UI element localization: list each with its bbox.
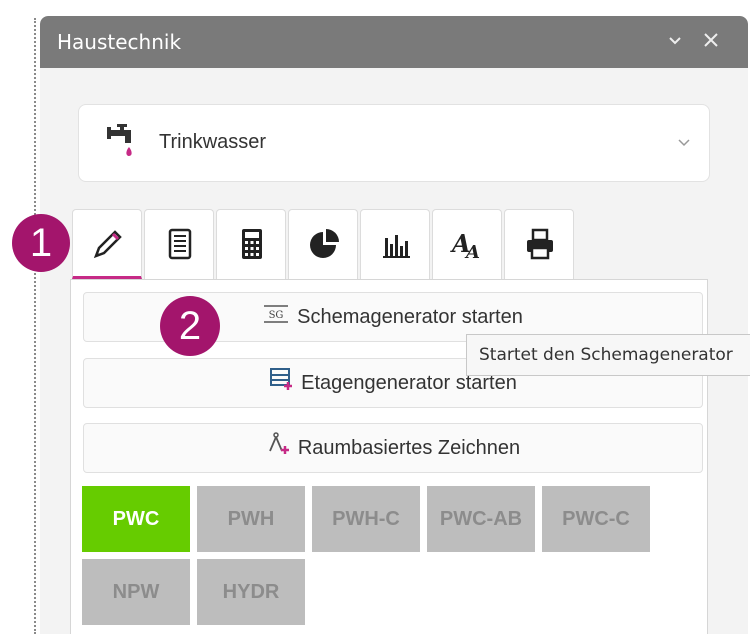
svg-text:A: A — [464, 242, 480, 262]
compass-icon — [266, 425, 290, 473]
tab-text[interactable]: A A — [432, 209, 502, 279]
list-icon — [168, 228, 192, 260]
callout-badge-1: 1 — [12, 214, 70, 272]
pie-chart-icon — [310, 229, 339, 258]
floor-plan-icon — [269, 360, 293, 408]
text-size-icon: A A — [450, 229, 480, 262]
raumbasiertes-zeichnen-label: Raumbasiertes Zeichnen — [297, 437, 521, 459]
dock-edge — [34, 18, 36, 634]
filter-pwh-c[interactable]: PWH-C — [312, 486, 420, 552]
raumbasiertes-zeichnen-button[interactable]: Raumbasiertes Zeichnen — [83, 423, 703, 473]
filter-pwc-c[interactable]: PWC-C — [542, 486, 650, 552]
system-dropdown-value: Trinkwasser — [159, 131, 267, 153]
tab-print[interactable] — [504, 209, 574, 279]
tab-calc[interactable] — [216, 209, 286, 279]
filter-pwc-ab[interactable]: PWC-AB — [427, 486, 535, 552]
schemagenerator-tooltip: Startet den Schemagenerator — [466, 334, 750, 376]
chevron-down-icon — [677, 135, 691, 153]
filter-pwc[interactable]: PWC — [82, 486, 190, 552]
system-dropdown[interactable]: Trinkwasser — [78, 104, 710, 182]
tab-bars[interactable] — [360, 209, 430, 279]
calculator-icon — [242, 229, 262, 259]
callout-badge-2: 2 — [160, 296, 220, 356]
close-icon[interactable] — [703, 28, 719, 58]
chevron-down-icon[interactable] — [668, 28, 682, 58]
panel-title: Haustechnik — [57, 30, 182, 54]
printer-icon — [527, 228, 553, 260]
filter-hydr[interactable]: HYDR — [197, 559, 305, 625]
bar-chart-icon — [383, 235, 410, 258]
tab-pie[interactable] — [288, 209, 358, 279]
haustechnik-panel: Haustechnik Trinkwasser A A SG Schemagen… — [40, 16, 748, 634]
svg-text:SG: SG — [269, 310, 284, 321]
schema-icon: SG — [263, 294, 289, 342]
tab-draw[interactable] — [72, 209, 142, 279]
faucet-icon — [105, 121, 141, 166]
schemagenerator-label: Schemagenerator starten — [297, 306, 523, 328]
panel-titlebar: Haustechnik — [40, 16, 748, 68]
filter-npw[interactable]: NPW — [82, 559, 190, 625]
tab-list[interactable] — [144, 209, 214, 279]
filter-pwh[interactable]: PWH — [197, 486, 305, 552]
pencil-icon — [93, 230, 122, 259]
